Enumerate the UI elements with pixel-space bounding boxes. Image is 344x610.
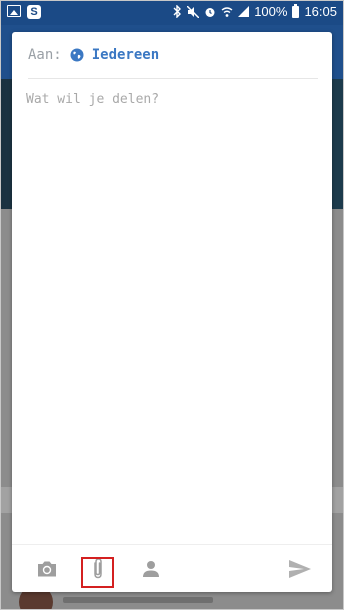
send-icon bbox=[289, 560, 311, 578]
globe-icon bbox=[70, 48, 84, 62]
signal-icon bbox=[238, 6, 250, 17]
wifi-icon bbox=[221, 6, 233, 17]
camera-button[interactable] bbox=[33, 555, 61, 583]
person-icon bbox=[143, 561, 159, 577]
compose-dialog: Aan: Iedereen bbox=[12, 32, 332, 592]
attach-highlight-box bbox=[81, 557, 114, 588]
send-button[interactable] bbox=[286, 555, 314, 583]
audience-row[interactable]: Aan: Iedereen bbox=[12, 32, 332, 78]
bluetooth-icon bbox=[173, 5, 182, 18]
image-icon bbox=[7, 5, 21, 17]
alarm-icon bbox=[205, 7, 215, 17]
s-app-icon: S bbox=[27, 5, 41, 19]
screen: S 100% 16:05 Aan: Iedereen Wat wil je de… bbox=[0, 0, 344, 610]
compose-toolbar bbox=[12, 544, 332, 592]
tag-person-button[interactable] bbox=[137, 555, 165, 583]
divider bbox=[28, 78, 318, 79]
background-text bbox=[63, 597, 213, 603]
clock: 16:05 bbox=[304, 4, 337, 19]
battery-icon bbox=[292, 3, 300, 18]
battery-percentage: 100% bbox=[254, 4, 288, 19]
status-bar: S 100% 16:05 bbox=[1, 1, 343, 25]
mute-icon bbox=[187, 5, 200, 18]
audience-selector[interactable]: Iedereen bbox=[92, 47, 159, 63]
post-text-input[interactable] bbox=[26, 92, 318, 532]
to-label: Aan: bbox=[28, 47, 62, 63]
camera-icon bbox=[38, 561, 56, 577]
